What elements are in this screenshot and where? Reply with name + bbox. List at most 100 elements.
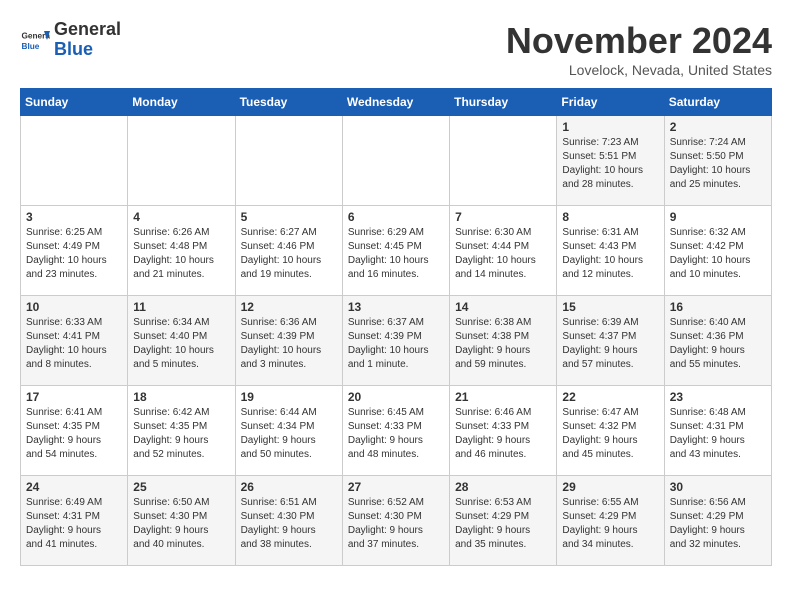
- day-of-week-header: Wednesday: [342, 89, 449, 116]
- calendar-week-row: 3 Sunrise: 6:25 AM Sunset: 4:49 PM Daylig…: [21, 206, 772, 296]
- calendar-day-cell: 6 Sunrise: 6:29 AM Sunset: 4:45 PM Daylig…: [342, 206, 449, 296]
- calendar-table: SundayMondayTuesdayWednesdayThursdayFrid…: [20, 88, 772, 566]
- day-info: Sunrise: 6:53 AM Sunset: 4:29 PM Dayligh…: [455, 496, 551, 552]
- day-number: 16: [670, 300, 766, 314]
- day-number: 5: [241, 210, 337, 224]
- day-info: Sunrise: 6:36 AM Sunset: 4:39 PM Dayligh…: [241, 316, 337, 372]
- day-info: Sunrise: 6:30 AM Sunset: 4:44 PM Dayligh…: [455, 226, 551, 282]
- day-info: Sunrise: 6:56 AM Sunset: 4:29 PM Dayligh…: [670, 496, 766, 552]
- calendar-day-cell: 2 Sunrise: 7:24 AM Sunset: 5:50 PM Daylig…: [664, 116, 771, 206]
- logo-general-text: General: [54, 19, 121, 39]
- day-info: Sunrise: 6:55 AM Sunset: 4:29 PM Dayligh…: [562, 496, 658, 552]
- day-info: Sunrise: 6:44 AM Sunset: 4:34 PM Dayligh…: [241, 406, 337, 462]
- calendar-day-cell: 4 Sunrise: 6:26 AM Sunset: 4:48 PM Daylig…: [128, 206, 235, 296]
- day-info: Sunrise: 6:31 AM Sunset: 4:43 PM Dayligh…: [562, 226, 658, 282]
- day-number: 21: [455, 390, 551, 404]
- day-number: 23: [670, 390, 766, 404]
- day-of-week-header: Saturday: [664, 89, 771, 116]
- day-info: Sunrise: 6:33 AM Sunset: 4:41 PM Dayligh…: [26, 316, 122, 372]
- calendar-day-cell: 1 Sunrise: 7:23 AM Sunset: 5:51 PM Daylig…: [557, 116, 664, 206]
- month-title: November 2024: [506, 20, 772, 62]
- logo-icon: General Blue: [20, 25, 50, 55]
- day-number: 12: [241, 300, 337, 314]
- calendar-week-row: 24Sunrise: 6:49 AM Sunset: 4:31 PM Dayli…: [21, 476, 772, 566]
- day-info: Sunrise: 7:23 AM Sunset: 5:51 PM Dayligh…: [562, 136, 658, 192]
- day-number: 8: [562, 210, 658, 224]
- day-number: 7: [455, 210, 551, 224]
- day-info: Sunrise: 6:27 AM Sunset: 4:46 PM Dayligh…: [241, 226, 337, 282]
- calendar-day-cell: 23 Sunrise: 6:48 AM Sunset: 4:31 PM Dayli…: [664, 386, 771, 476]
- logo: General Blue General Blue: [20, 20, 121, 60]
- day-info: Sunrise: 6:39 AM Sunset: 4:37 PM Dayligh…: [562, 316, 658, 372]
- location: Lovelock, Nevada, United States: [506, 62, 772, 78]
- day-number: 9: [670, 210, 766, 224]
- day-number: 4: [133, 210, 229, 224]
- day-of-week-header: Monday: [128, 89, 235, 116]
- calendar-day-cell: [21, 116, 128, 206]
- calendar-day-cell: 28Sunrise: 6:53 AM Sunset: 4:29 PM Dayli…: [450, 476, 557, 566]
- calendar-header: SundayMondayTuesdayWednesdayThursdayFrid…: [21, 89, 772, 116]
- day-of-week-header: Friday: [557, 89, 664, 116]
- day-info: Sunrise: 6:25 AM Sunset: 4:49 PM Dayligh…: [26, 226, 122, 282]
- day-of-week-header: Thursday: [450, 89, 557, 116]
- day-number: 30: [670, 480, 766, 494]
- calendar-day-cell: 9Sunrise: 6:32 AM Sunset: 4:42 PM Daylig…: [664, 206, 771, 296]
- day-of-week-header: Tuesday: [235, 89, 342, 116]
- calendar-week-row: 17 Sunrise: 6:41 AM Sunset: 4:35 PM Dayli…: [21, 386, 772, 476]
- calendar-week-row: 1 Sunrise: 7:23 AM Sunset: 5:51 PM Daylig…: [21, 116, 772, 206]
- day-number: 15: [562, 300, 658, 314]
- calendar-day-cell: 19 Sunrise: 6:44 AM Sunset: 4:34 PM Dayli…: [235, 386, 342, 476]
- calendar-day-cell: 10 Sunrise: 6:33 AM Sunset: 4:41 PM Dayli…: [21, 296, 128, 386]
- calendar-day-cell: 22Sunrise: 6:47 AM Sunset: 4:32 PM Dayli…: [557, 386, 664, 476]
- day-number: 2: [670, 120, 766, 134]
- calendar-day-cell: 29 Sunrise: 6:55 AM Sunset: 4:29 PM Dayli…: [557, 476, 664, 566]
- day-info: Sunrise: 6:50 AM Sunset: 4:30 PM Dayligh…: [133, 496, 229, 552]
- calendar-day-cell: 16 Sunrise: 6:40 AM Sunset: 4:36 PM Dayli…: [664, 296, 771, 386]
- day-info: Sunrise: 6:51 AM Sunset: 4:30 PM Dayligh…: [241, 496, 337, 552]
- day-of-week-header: Sunday: [21, 89, 128, 116]
- day-info: Sunrise: 7:24 AM Sunset: 5:50 PM Dayligh…: [670, 136, 766, 192]
- day-number: 3: [26, 210, 122, 224]
- day-info: Sunrise: 6:52 AM Sunset: 4:30 PM Dayligh…: [348, 496, 444, 552]
- header-row: SundayMondayTuesdayWednesdayThursdayFrid…: [21, 89, 772, 116]
- calendar-day-cell: [450, 116, 557, 206]
- day-info: Sunrise: 6:38 AM Sunset: 4:38 PM Dayligh…: [455, 316, 551, 372]
- day-number: 13: [348, 300, 444, 314]
- day-number: 25: [133, 480, 229, 494]
- day-info: Sunrise: 6:46 AM Sunset: 4:33 PM Dayligh…: [455, 406, 551, 462]
- logo-blue-text: Blue: [54, 39, 93, 59]
- calendar-day-cell: 5 Sunrise: 6:27 AM Sunset: 4:46 PM Daylig…: [235, 206, 342, 296]
- calendar-day-cell: 24Sunrise: 6:49 AM Sunset: 4:31 PM Dayli…: [21, 476, 128, 566]
- day-number: 26: [241, 480, 337, 494]
- calendar-day-cell: 11Sunrise: 6:34 AM Sunset: 4:40 PM Dayli…: [128, 296, 235, 386]
- calendar-day-cell: 14Sunrise: 6:38 AM Sunset: 4:38 PM Dayli…: [450, 296, 557, 386]
- day-number: 6: [348, 210, 444, 224]
- calendar-day-cell: 26 Sunrise: 6:51 AM Sunset: 4:30 PM Dayli…: [235, 476, 342, 566]
- day-number: 11: [133, 300, 229, 314]
- title-block: November 2024 Lovelock, Nevada, United S…: [506, 20, 772, 78]
- day-number: 1: [562, 120, 658, 134]
- calendar-day-cell: [128, 116, 235, 206]
- day-number: 10: [26, 300, 122, 314]
- day-number: 17: [26, 390, 122, 404]
- svg-text:Blue: Blue: [22, 42, 40, 51]
- day-info: Sunrise: 6:26 AM Sunset: 4:48 PM Dayligh…: [133, 226, 229, 282]
- calendar-day-cell: 15 Sunrise: 6:39 AM Sunset: 4:37 PM Dayli…: [557, 296, 664, 386]
- calendar-day-cell: 3 Sunrise: 6:25 AM Sunset: 4:49 PM Daylig…: [21, 206, 128, 296]
- calendar-day-cell: 25 Sunrise: 6:50 AM Sunset: 4:30 PM Dayli…: [128, 476, 235, 566]
- day-number: 29: [562, 480, 658, 494]
- day-info: Sunrise: 6:40 AM Sunset: 4:36 PM Dayligh…: [670, 316, 766, 372]
- calendar-day-cell: 20Sunrise: 6:45 AM Sunset: 4:33 PM Dayli…: [342, 386, 449, 476]
- day-info: Sunrise: 6:41 AM Sunset: 4:35 PM Dayligh…: [26, 406, 122, 462]
- day-number: 18: [133, 390, 229, 404]
- day-info: Sunrise: 6:45 AM Sunset: 4:33 PM Dayligh…: [348, 406, 444, 462]
- day-info: Sunrise: 6:48 AM Sunset: 4:31 PM Dayligh…: [670, 406, 766, 462]
- day-info: Sunrise: 6:37 AM Sunset: 4:39 PM Dayligh…: [348, 316, 444, 372]
- calendar-day-cell: [235, 116, 342, 206]
- calendar-day-cell: 17 Sunrise: 6:41 AM Sunset: 4:35 PM Dayli…: [21, 386, 128, 476]
- calendar-week-row: 10 Sunrise: 6:33 AM Sunset: 4:41 PM Dayli…: [21, 296, 772, 386]
- calendar-day-cell: 8 Sunrise: 6:31 AM Sunset: 4:43 PM Daylig…: [557, 206, 664, 296]
- calendar-day-cell: 18Sunrise: 6:42 AM Sunset: 4:35 PM Dayli…: [128, 386, 235, 476]
- day-number: 19: [241, 390, 337, 404]
- day-info: Sunrise: 6:29 AM Sunset: 4:45 PM Dayligh…: [348, 226, 444, 282]
